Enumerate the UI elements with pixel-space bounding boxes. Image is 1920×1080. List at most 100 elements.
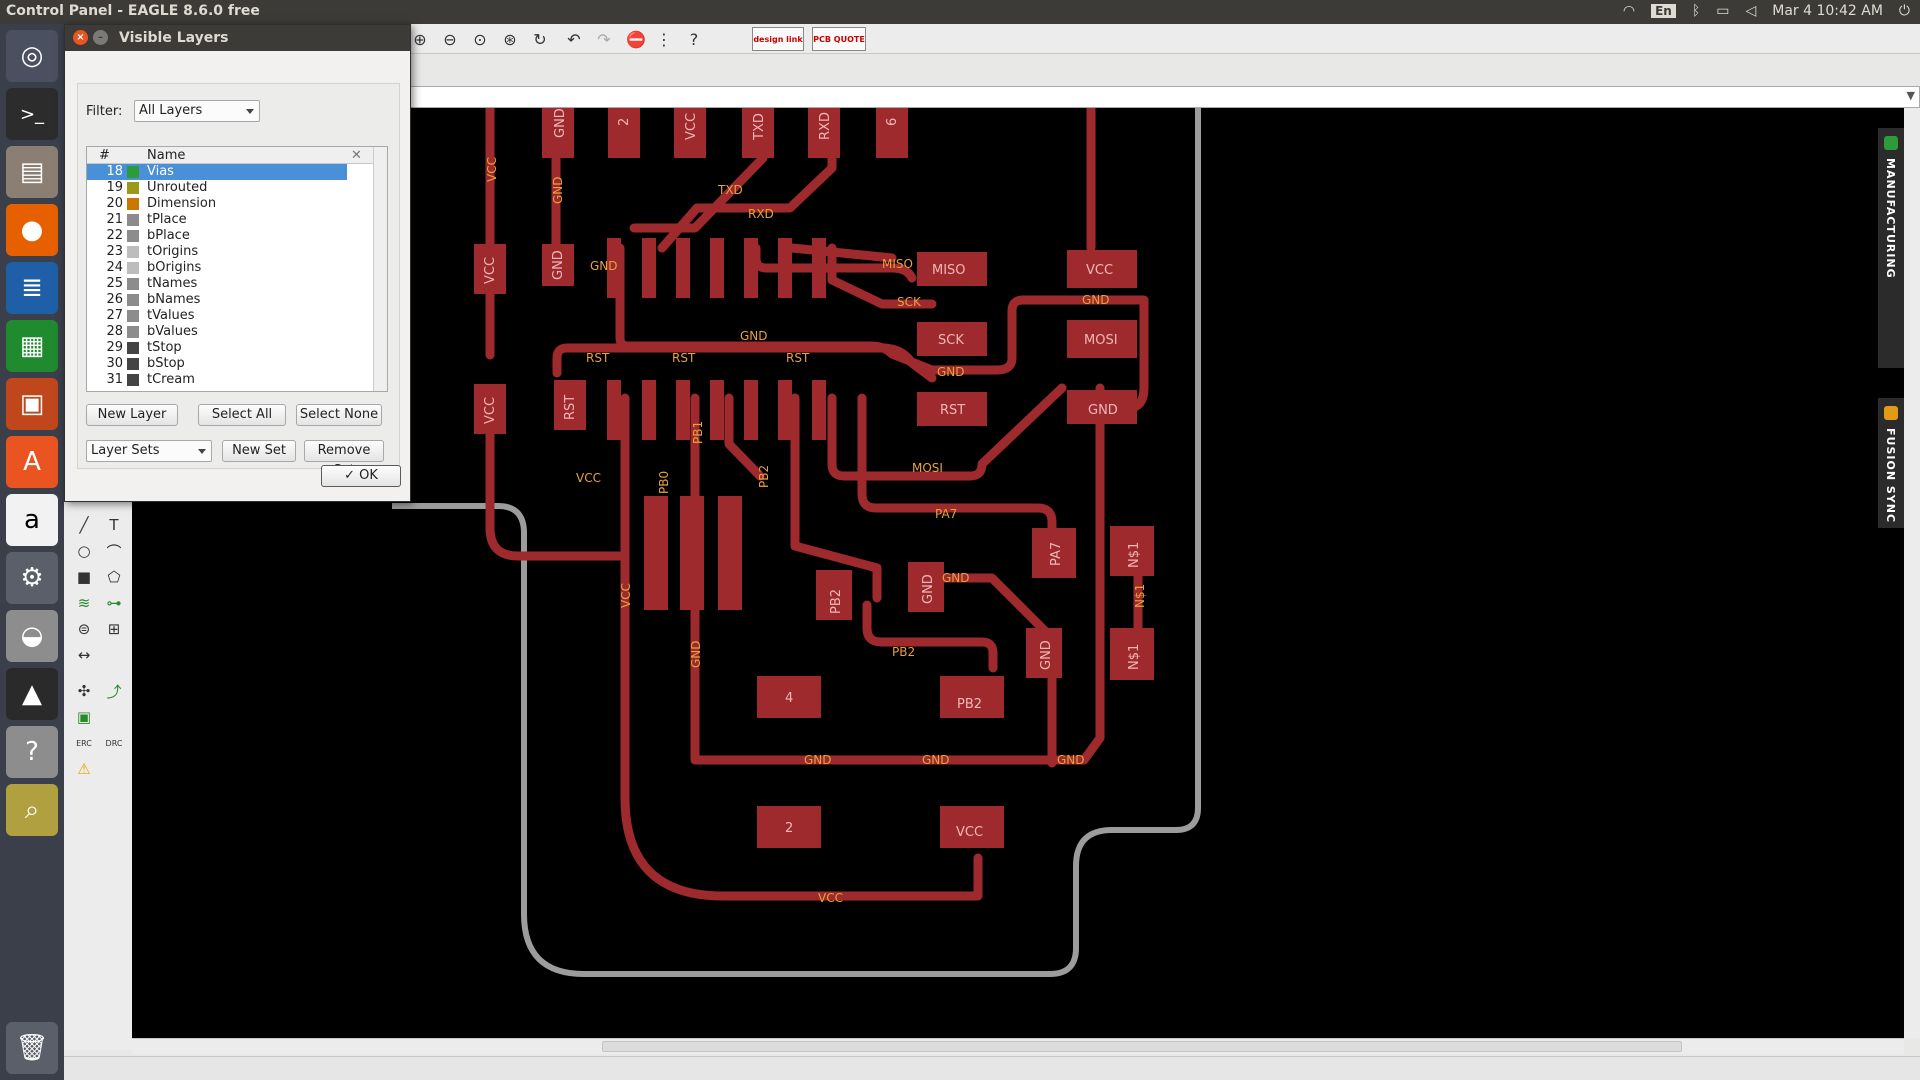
manufacturing-tab[interactable]: MANUFACTURING [1878, 128, 1904, 368]
fusion-sync-tab[interactable]: FUSION SYNC [1878, 398, 1904, 528]
layer-number: 30 [106, 356, 123, 371]
ubuntu-dash-icon[interactable]: ◎ [6, 30, 58, 82]
redraw-icon[interactable]: ↻ [528, 27, 552, 51]
ratsnest-tool-icon[interactable]: ✣ [72, 680, 96, 702]
remove-set-button[interactable]: Remove Set [304, 440, 384, 478]
writer-icon[interactable]: ≣ [6, 262, 58, 314]
pad-sck: SCK [938, 333, 964, 348]
layer-row[interactable]: 29 tStop [87, 340, 387, 356]
clock[interactable]: Mar 4 10:42 AM [1772, 3, 1883, 19]
zoom-in-icon[interactable]: ⊕ [408, 27, 432, 51]
power-icon[interactable]: ⏻ [1899, 3, 1910, 19]
pcb-quote-button[interactable]: PCB QUOTE [812, 27, 866, 51]
close-icon[interactable]: × [73, 30, 88, 45]
files-icon[interactable]: ▤ [6, 146, 58, 198]
layer-table[interactable]: # Name ✕ 18 Vias 19 Unrouted 20 Dimension 21 tP… [86, 146, 388, 392]
dialog-titlebar[interactable]: × – Visible Layers [65, 25, 410, 51]
layer-sets-select[interactable]: Layer Sets [86, 440, 212, 462]
bluetooth-icon[interactable]: ᛒ [1692, 3, 1700, 19]
pad-gnd-right: GND [1088, 403, 1118, 418]
impress-icon[interactable]: ▣ [6, 378, 58, 430]
erc-tool-icon[interactable]: ERC [72, 732, 96, 754]
layer-number: 21 [106, 212, 123, 227]
warning-icon[interactable]: ⚠ [72, 758, 96, 780]
layers-tool-icon[interactable]: ≋ [72, 592, 96, 614]
layer-row[interactable]: 18 Vias [87, 164, 347, 180]
hole-tool-icon[interactable]: ⊞ [102, 618, 126, 640]
arc-tool-icon[interactable]: ⌒ [102, 540, 126, 562]
terminal-icon[interactable]: >_ [6, 88, 58, 140]
chevron-down-icon[interactable]: ▼ [1907, 89, 1915, 102]
trash-icon[interactable]: 🗑 [6, 1022, 58, 1074]
viewer-icon[interactable]: ⌕ [6, 784, 58, 836]
scroll-thumb[interactable] [602, 1041, 1682, 1052]
select-none-button[interactable]: Select None [296, 404, 382, 426]
layer-row[interactable]: 30 bStop [87, 356, 387, 372]
sig-pb0: PB0 [657, 471, 671, 494]
sig-gnd-2: GND [590, 259, 618, 273]
minimize-icon[interactable]: – [93, 30, 108, 45]
design-link-button[interactable]: design link [752, 27, 804, 51]
firefox-icon[interactable]: ● [6, 204, 58, 256]
sig-n1: N$1 [1133, 584, 1147, 608]
calc-icon[interactable]: ▦ [6, 320, 58, 372]
layer-row[interactable]: 28 bValues [87, 324, 387, 340]
new-set-button[interactable]: New Set [222, 440, 296, 462]
vertical-scrollbar[interactable] [1904, 108, 1920, 1038]
autorouter-tool-icon[interactable]: ⤴ [102, 680, 126, 702]
zoom-select-icon[interactable]: ⊛ [498, 27, 522, 51]
disk-icon[interactable]: ◒ [6, 610, 58, 662]
via-tool-icon[interactable]: ⊜ [72, 618, 96, 640]
amazon-icon[interactable]: a [6, 494, 58, 546]
clear-icon[interactable]: ✕ [351, 147, 362, 164]
dimension-tool-icon[interactable]: ↔ [72, 644, 96, 666]
help-icon[interactable]: ? [6, 726, 58, 778]
ok-button[interactable]: ✓ OK [321, 465, 401, 487]
layer-row[interactable]: 20 Dimension [87, 196, 387, 212]
route-tool-icon[interactable]: ▣ [72, 706, 96, 728]
column-num[interactable]: # [99, 147, 110, 164]
layer-list-scrollbar[interactable] [373, 147, 387, 391]
help-button-icon[interactable]: ? [682, 27, 706, 51]
text-tool-icon[interactable]: T [102, 514, 126, 536]
undo-icon[interactable]: ↶ [562, 27, 586, 51]
redo-icon[interactable]: ↷ [592, 27, 616, 51]
circle-tool-icon[interactable]: ○ [72, 540, 96, 562]
zoom-out-icon[interactable]: ⊖ [438, 27, 462, 51]
drc-tool-icon[interactable]: DRC [102, 732, 126, 754]
layer-row[interactable]: 19 Unrouted [87, 180, 387, 196]
layer-color-swatch [127, 326, 139, 338]
software-center-icon[interactable]: A [6, 436, 58, 488]
layer-row[interactable]: 22 bPlace [87, 228, 387, 244]
layer-row[interactable]: 26 bNames [87, 292, 387, 308]
layer-name: bStop [147, 356, 185, 371]
column-name[interactable]: Name [147, 147, 185, 164]
eagle-icon[interactable]: ▲ [6, 668, 58, 720]
wifi-icon[interactable]: ◠ [1623, 3, 1635, 19]
horizontal-scrollbar[interactable] [132, 1038, 1904, 1054]
layer-row[interactable]: 21 tPlace [87, 212, 387, 228]
filter-select[interactable]: All Layers [134, 100, 260, 122]
layer-row[interactable]: 24 bOrigins [87, 260, 387, 276]
wire-tool-icon[interactable]: ╱ [72, 514, 96, 536]
layer-row[interactable]: 25 tNames [87, 276, 387, 292]
stop-icon[interactable]: ⛔ [624, 27, 648, 51]
keyboard-language[interactable]: En [1651, 4, 1676, 18]
settings-icon[interactable]: ⚙ [6, 552, 58, 604]
rect-tool-icon[interactable]: ■ [72, 566, 96, 588]
select-all-button[interactable]: Select All [198, 404, 286, 426]
volume-icon[interactable]: ◁ [1745, 3, 1756, 19]
layer-row[interactable]: 27 tValues [87, 308, 387, 324]
new-layer-button[interactable]: New Layer [86, 404, 178, 426]
zoom-fit-icon[interactable]: ⊙ [468, 27, 492, 51]
polygon-tool-icon[interactable]: ⬠ [102, 566, 126, 588]
ok-label: OK [359, 468, 378, 483]
layer-name: tNames [147, 276, 198, 291]
layer-row[interactable]: 23 tOrigins [87, 244, 387, 260]
layer-row[interactable]: 31 tCream [87, 372, 387, 388]
status-bar [64, 1056, 1920, 1080]
battery-icon[interactable]: ▭ [1716, 3, 1729, 19]
sig-gnd-5: GND [1082, 293, 1110, 307]
signal-tool-icon[interactable]: ⊶ [102, 592, 126, 614]
go-icon[interactable]: ⋮ [652, 27, 676, 51]
